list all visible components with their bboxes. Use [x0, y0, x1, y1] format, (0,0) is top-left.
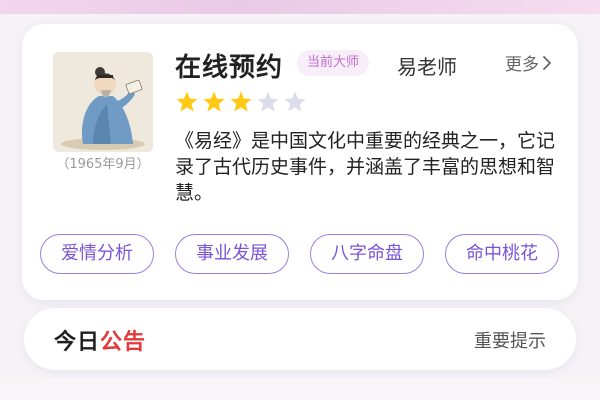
tag-peach-blossom[interactable]: 命中桃花: [445, 234, 559, 274]
master-portrait: [53, 52, 153, 152]
master-name[interactable]: 易老师: [397, 51, 457, 80]
notice-label-announcement: 公告: [100, 330, 147, 355]
daily-notice-bar[interactable]: 今日公告 重要提示: [24, 308, 576, 370]
tag-bazi-chart[interactable]: 八字命盘: [310, 234, 424, 274]
notice-text[interactable]: 重要提示: [474, 327, 546, 353]
bottom-area: [0, 378, 600, 400]
star-empty-icon: [284, 91, 306, 112]
master-description: 《易经》是中国文化中重要的经典之一，它记录了古代历史事件，并涵盖了丰富的思想和智…: [175, 130, 556, 204]
notice-label-today: 今日: [54, 330, 101, 355]
star-filled-icon: [230, 91, 252, 112]
star-filled-icon: [203, 91, 225, 112]
star-filled-icon: [176, 91, 198, 112]
tag-love-analysis[interactable]: 爱情分析: [40, 234, 154, 274]
rating-stars: [175, 90, 307, 114]
more-label: 更多: [505, 55, 539, 75]
tag-career-development[interactable]: 事业发展: [175, 234, 289, 274]
service-tags: 爱情分析 事业发展 八字命盘 命中桃花: [40, 234, 560, 274]
chevron-right-icon: [543, 55, 551, 70]
more-link[interactable]: 更多: [505, 50, 553, 75]
notice-label: 今日公告: [54, 324, 146, 356]
current-master-badge: 当前大师: [297, 50, 370, 76]
portrait-caption: （1965年9月）: [56, 157, 150, 172]
card-title: 在线预约: [175, 53, 284, 83]
star-empty-icon: [257, 91, 279, 112]
top-banner-strip: [0, 0, 600, 14]
appointment-card: （1965年9月） 在线预约 当前大师 易老师 更多 《易经》是中国文化中重要的…: [22, 24, 578, 300]
scholar-illustration-icon: [53, 52, 153, 152]
